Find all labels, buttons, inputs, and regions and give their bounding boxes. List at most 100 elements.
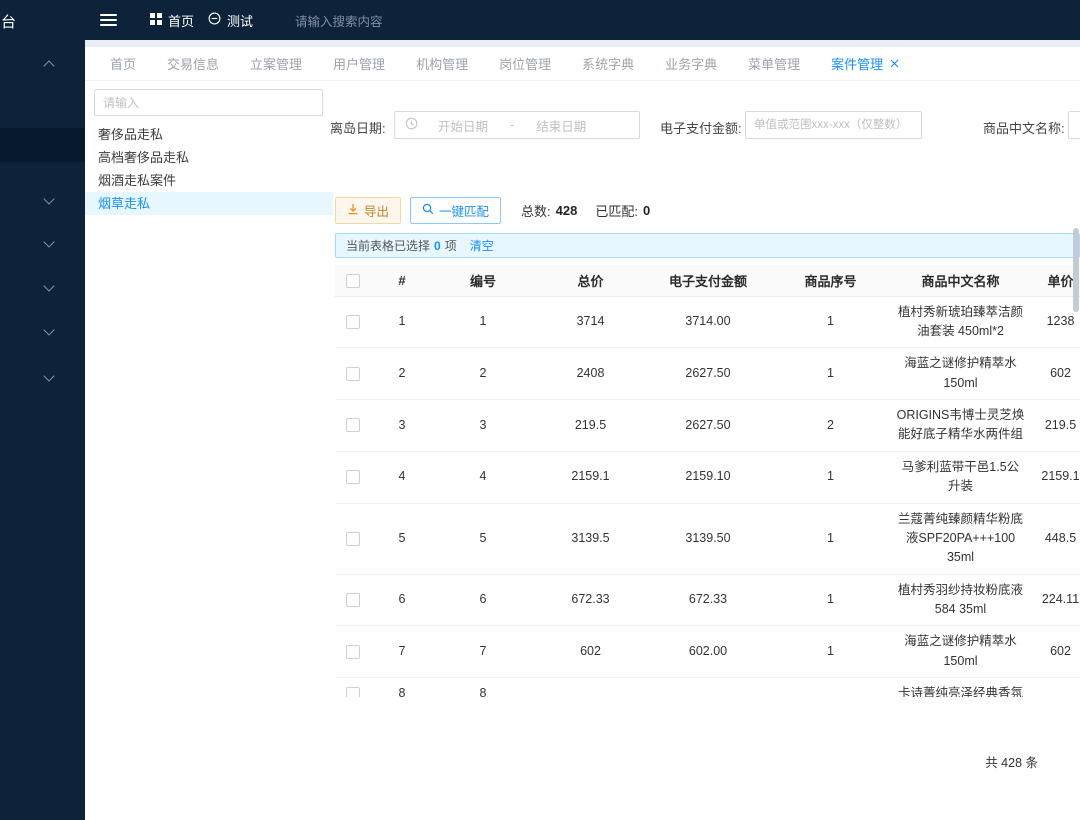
selection-suffix: 项 <box>445 237 457 254</box>
col-total-price: 总价 <box>533 265 648 296</box>
export-button[interactable]: 导出 <box>335 197 401 224</box>
date-filter-label: 离岛日期: <box>330 118 386 137</box>
matched-label: 已匹配: <box>595 201 638 220</box>
tab-menu-management[interactable]: 菜单管理 <box>748 54 800 73</box>
row-checkbox[interactable] <box>346 645 360 659</box>
cell-product-name: 卡诗菁纯亮泽经典香氛 <box>893 678 1028 697</box>
row-checkbox[interactable] <box>346 470 360 484</box>
chevron-down-icon[interactable] <box>43 370 54 381</box>
cell-number: 1 <box>433 296 533 348</box>
header-divider <box>85 40 1080 47</box>
chevron-up-icon[interactable] <box>43 60 54 71</box>
clear-selection-link[interactable]: 清空 <box>470 237 494 254</box>
col-number: 编号 <box>433 265 533 296</box>
row-checkbox[interactable] <box>346 367 360 381</box>
cell-index: 2 <box>371 348 433 400</box>
table-row: 3 3 219.5 2627.50 2 ORIGINS韦博士灵芝焕能好底子精华水… <box>335 400 1080 452</box>
epay-amount-input[interactable] <box>745 111 922 139</box>
cell-product-seq: 1 <box>768 574 893 626</box>
tab-case-filing[interactable]: 立案管理 <box>250 54 302 73</box>
select-all-checkbox[interactable] <box>346 274 360 288</box>
cell-epay-amount: 2159.10 <box>648 451 768 503</box>
table-header-row: # 编号 总价 电子支付金额 商品序号 商品中文名称 单价 <box>335 265 1080 296</box>
row-checkbox[interactable] <box>346 418 360 432</box>
cell-total-price: 672.33 <box>533 574 648 626</box>
table-row: 6 6 672.33 672.33 1 植村秀羽纱持妆粉底液 584 35ml … <box>335 574 1080 626</box>
cell-number: 6 <box>433 574 533 626</box>
app-logo: 台 <box>1 11 16 32</box>
tab-business-dict[interactable]: 业务字典 <box>665 54 717 73</box>
cell-index: 3 <box>371 400 433 452</box>
topbar-nav-test[interactable]: 测试 <box>208 0 253 40</box>
tab-user-management[interactable]: 用户管理 <box>333 54 385 73</box>
tab-case-management[interactable]: 案件管理 <box>831 54 899 73</box>
cell-number: 5 <box>433 503 533 574</box>
col-index: # <box>371 265 433 296</box>
row-checkbox[interactable] <box>346 687 360 697</box>
one-click-match-button[interactable]: 一键匹配 <box>410 197 501 224</box>
pagination-total: 共 428 条 <box>985 752 1038 771</box>
selection-info-bar: 当前表格已选择 0 项 清空 <box>335 233 1080 258</box>
tree-item-tobacco[interactable]: 烟草走私 <box>85 192 333 215</box>
table-row: 4 4 2159.1 2159.10 1 马爹利蓝带干邑1.5公升装 2159.… <box>335 451 1080 503</box>
cell-unit-price: 602 <box>1028 626 1080 678</box>
cell-product-name: ORIGINS韦博士灵芝焕能好底子精华水两件组 <box>893 400 1028 452</box>
cell-epay-amount: 2627.50 <box>648 348 768 400</box>
cell-product-name: 马爹利蓝带干邑1.5公升装 <box>893 451 1028 503</box>
row-checkbox[interactable] <box>346 593 360 607</box>
clock-icon <box>405 117 418 133</box>
topbar-nav-home[interactable]: 首页 <box>150 0 194 40</box>
tree-item-highend-luxury[interactable]: 高档奢侈品走私 <box>85 146 333 169</box>
cell-product-name: 植村秀羽纱持妆粉底液 584 35ml <box>893 574 1028 626</box>
tab-transaction-info[interactable]: 交易信息 <box>167 54 219 73</box>
tab-bar: 首页 交易信息 立案管理 用户管理 机构管理 岗位管理 系统字典 业务字典 菜单… <box>85 47 1080 81</box>
sidebar-item-selected[interactable] <box>0 128 85 162</box>
cell-total-price <box>533 678 648 697</box>
table-row: 2 2 2408 2627.50 1 海蓝之谜修护精萃水 150ml 602 <box>335 348 1080 400</box>
cell-total-price: 2408 <box>533 348 648 400</box>
cell-number: 8 <box>433 678 533 697</box>
topbar-home-label: 首页 <box>168 11 194 30</box>
cell-epay-amount: 602.00 <box>648 626 768 678</box>
cell-total-price: 3139.5 <box>533 503 648 574</box>
grid-icon <box>150 13 162 28</box>
row-checkbox[interactable] <box>346 315 360 329</box>
tab-position-management[interactable]: 岗位管理 <box>499 54 551 73</box>
selection-count: 0 <box>434 239 441 253</box>
vertical-scrollbar[interactable] <box>1073 228 1079 312</box>
date-end-placeholder: 结束日期 <box>536 116 586 135</box>
tab-org-management[interactable]: 机构管理 <box>416 54 468 73</box>
product-name-input[interactable] <box>1068 111 1080 139</box>
tab-system-dict[interactable]: 系统字典 <box>582 54 634 73</box>
cell-epay-amount: 3139.50 <box>648 503 768 574</box>
tree-search-input[interactable] <box>94 89 323 116</box>
tree-item-luxury[interactable]: 奢侈品走私 <box>85 123 333 146</box>
chevron-down-icon[interactable] <box>43 236 54 247</box>
epay-amount-label: 电子支付金额: <box>660 118 742 137</box>
tree-item-tobacco-alcohol[interactable]: 烟酒走私案件 <box>85 169 333 192</box>
category-tree-panel: 奢侈品走私 高档奢侈品走私 烟酒走私案件 烟草走私 <box>85 81 333 215</box>
cell-total-price: 602 <box>533 626 648 678</box>
menu-toggle-icon[interactable] <box>100 14 117 26</box>
cell-number: 2 <box>433 348 533 400</box>
tab-home[interactable]: 首页 <box>110 54 136 73</box>
cell-product-seq: 1 <box>768 296 893 348</box>
table-row: 5 5 3139.5 3139.50 1 兰蔻菁纯臻颜精华粉底液SPF20PA+… <box>335 503 1080 574</box>
chevron-down-icon[interactable] <box>43 193 54 204</box>
close-icon[interactable] <box>890 59 899 68</box>
cell-number: 3 <box>433 400 533 452</box>
chevron-down-icon[interactable] <box>43 324 54 335</box>
topbar-test-label: 测试 <box>227 11 253 30</box>
cell-epay-amount <box>648 678 768 697</box>
row-checkbox[interactable] <box>346 532 360 546</box>
cell-unit-price <box>1028 678 1080 697</box>
cell-total-price: 219.5 <box>533 400 648 452</box>
date-range-picker[interactable]: 开始日期 - 结束日期 <box>394 111 640 139</box>
export-label: 导出 <box>364 201 389 220</box>
cell-index: 7 <box>371 626 433 678</box>
cell-total-price: 2159.1 <box>533 451 648 503</box>
chevron-down-icon[interactable] <box>43 280 54 291</box>
cell-product-seq: 1 <box>768 626 893 678</box>
global-search-input[interactable]: 请输入搜索内容 <box>295 0 383 40</box>
cell-product-name: 海蓝之谜修护精萃水 150ml <box>893 626 1028 678</box>
